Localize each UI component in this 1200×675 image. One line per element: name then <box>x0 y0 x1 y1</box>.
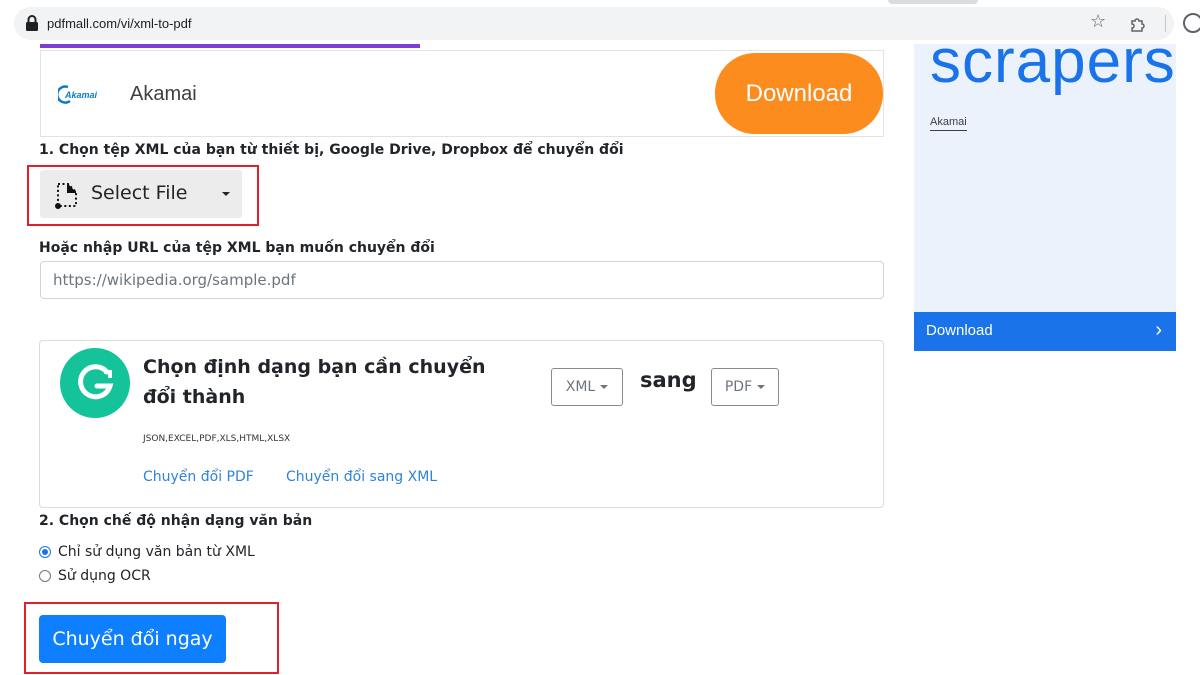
side-ad-download-button[interactable]: Download › <box>914 312 1176 351</box>
convert-now-button[interactable]: Chuyển đổi ngay <box>39 615 226 663</box>
format-list: JSON,EXCEL,PDF,XLS,HTML,XLSX <box>143 434 291 444</box>
caret-down-icon[interactable] <box>222 192 230 196</box>
lock-icon[interactable] <box>25 15 39 32</box>
chevron-right-icon: › <box>1155 319 1162 341</box>
profile-icon[interactable] <box>1183 13 1200 33</box>
tab-strip-edge <box>888 0 978 4</box>
file-select-icon <box>55 183 77 209</box>
star-icon[interactable]: ☆ <box>1090 11 1106 32</box>
from-format-dropdown[interactable]: XML <box>551 368 623 406</box>
side-ad-brand[interactable]: Akamai <box>930 116 967 131</box>
radio-option-label: Chỉ sử dụng văn bản từ XML <box>58 544 255 560</box>
convert-to-xml-link[interactable]: Chuyển đổi sang XML <box>286 469 437 485</box>
radio-option-label: Sử dụng OCR <box>58 568 151 584</box>
to-format-label: PDF <box>724 379 753 395</box>
url-input[interactable] <box>40 261 884 299</box>
connector-text: sang <box>640 368 697 392</box>
browser-toolbar: pdfmall.com/vi/xml-to-pdf ☆ <box>0 0 1200 44</box>
radio-button-checked[interactable] <box>39 546 51 558</box>
to-format-dropdown[interactable]: PDF <box>711 368 779 406</box>
ad-progress-bar <box>40 44 420 48</box>
format-card-title: Chọn định dạng bạn cần chuyển đổi thành <box>143 356 486 408</box>
select-file-button[interactable]: Select File <box>40 170 242 218</box>
step1-heading: 1. Chọn tệp XML của bạn từ thiết bị, Goo… <box>39 142 624 158</box>
extensions-icon[interactable] <box>1128 14 1148 34</box>
url-text[interactable]: pdfmall.com/vi/xml-to-pdf <box>47 16 191 31</box>
from-format-label: XML <box>565 379 596 395</box>
ad-download-button[interactable]: Download <box>715 53 883 134</box>
side-ad[interactable]: scrapers Akamai <box>914 44 1176 312</box>
toolbar-divider <box>1165 15 1166 32</box>
caret-down-icon <box>757 385 766 389</box>
ad-brand-name: Akamai <box>130 83 197 105</box>
side-ad-headline: scrapers <box>930 44 1176 96</box>
side-ad-download-label: Download <box>926 322 993 339</box>
radio-option-text-only[interactable]: Chỉ sử dụng văn bản từ XML <box>39 544 255 560</box>
akamai-logo-text: Akamai <box>64 90 98 100</box>
convert-pdf-link[interactable]: Chuyển đổi PDF <box>143 469 254 485</box>
step2-heading: 2. Chọn chế độ nhận dạng văn bản <box>39 513 313 529</box>
radio-button-unchecked[interactable] <box>39 570 51 582</box>
url-heading: Hoặc nhập URL của tệp XML bạn muốn chuyể… <box>39 240 435 256</box>
akamai-logo-icon: Akamai <box>58 85 98 104</box>
caret-down-icon <box>600 385 609 389</box>
grammarly-logo-icon <box>60 348 130 418</box>
select-file-label: Select File <box>91 182 188 204</box>
radio-option-ocr[interactable]: Sử dụng OCR <box>39 568 151 584</box>
